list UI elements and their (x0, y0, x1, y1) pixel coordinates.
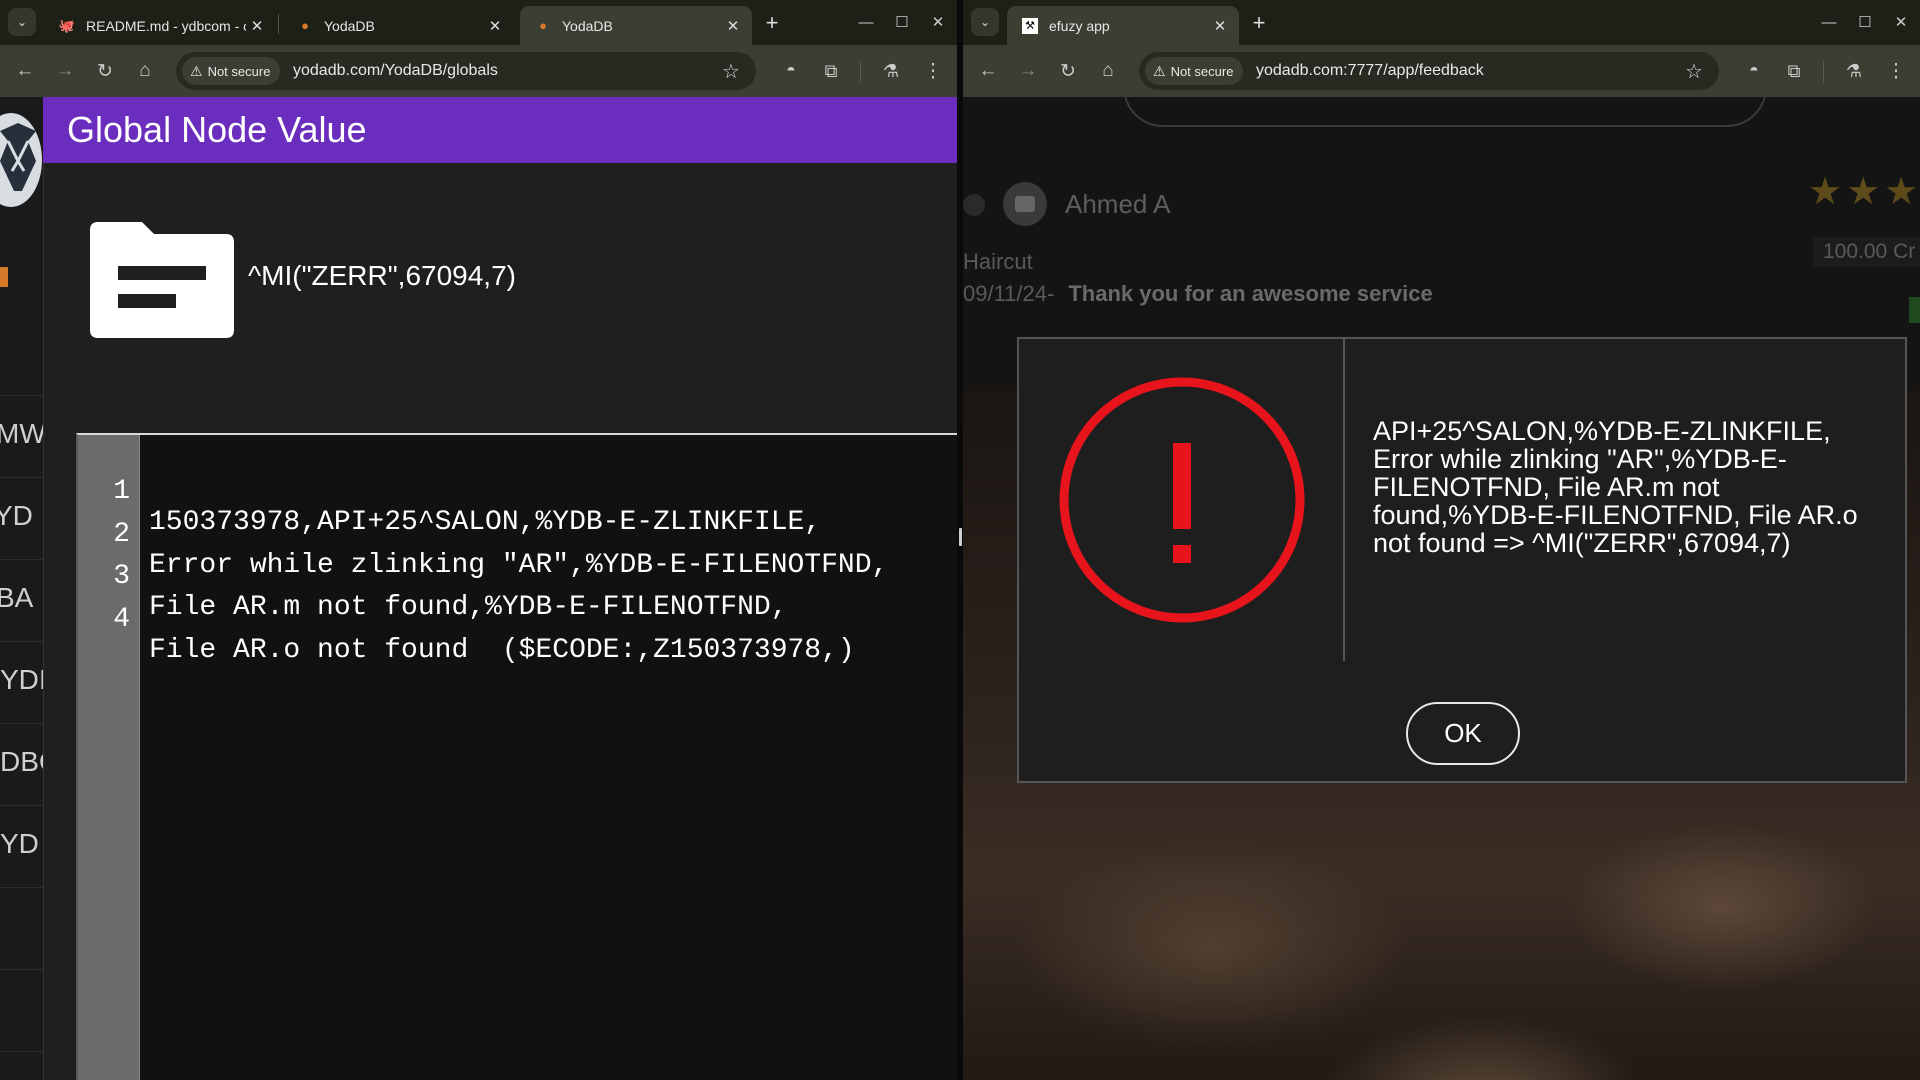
tab-yodadb-2[interactable]: ● YodaDB ✕ (520, 6, 752, 45)
efuzy-icon: ⚒ (1021, 17, 1039, 35)
address-bar[interactable]: ⚠ Not secure yodadb.com:7777/app/feedbac… (1139, 52, 1719, 90)
close-icon[interactable]: ✕ (1209, 17, 1231, 35)
back-button[interactable]: ← (973, 56, 1003, 86)
github-icon: 🐙 (58, 17, 76, 33)
node-key-text: ^MI("ZERR",67094,7) (248, 260, 516, 291)
review-line: 09/11/24- Thank you for an awesome servic… (963, 281, 1433, 307)
rail-item-empty (0, 887, 43, 969)
back-button[interactable]: ← (10, 56, 40, 86)
chat-avatar-icon (1003, 182, 1047, 226)
tab-yodadb-1[interactable]: ● YodaDB ✕ (282, 6, 514, 45)
site-info-chip[interactable]: ⚠ Not secure (1145, 57, 1244, 85)
incognito-icon[interactable]: ◓ (776, 56, 806, 86)
maximize-button[interactable]: ☐ (887, 8, 917, 36)
review-text: Thank you for an awesome service (1068, 281, 1433, 306)
toolbar: ← → ↻ ⌂ ⚠ Not secure yodadb.com/YodaDB/g… (0, 45, 957, 97)
code-line: 4 File AR.o not found ($ECODE:,Z15037397… (78, 573, 957, 666)
rail-item-6[interactable]: YD (0, 805, 43, 887)
bookmark-star-icon[interactable]: ☆ (1681, 58, 1707, 84)
split-drag-handle[interactable] (959, 528, 962, 546)
warning-icon: ⚠ (190, 62, 203, 79)
rail-item-5[interactable]: DBC (0, 723, 43, 805)
rail-item-empty (0, 1051, 43, 1080)
incognito-icon[interactable]: ◓ (1739, 56, 1769, 86)
forward-button[interactable]: → (50, 56, 80, 86)
service-name: Haircut (963, 249, 1033, 274)
indicator-dot (963, 194, 985, 216)
feedback-page: Ahmed A ★★★ Haircut 100.00 Cr 09/11/24- T… (963, 97, 1920, 1080)
tab-efuzy[interactable]: ⚒ efuzy app ✕ (1007, 6, 1239, 45)
extensions-icon[interactable]: ⧉ (1779, 56, 1809, 86)
home-button[interactable]: ⌂ (130, 56, 160, 86)
status-indicator (1909, 297, 1920, 323)
tab-readme[interactable]: 🐙 README.md - ydbcom - co ✕ (44, 6, 276, 45)
code-line: 2 Error while zlinking "AR",%YDB-E-FILEN… (78, 488, 957, 581)
yodadb-logo (0, 113, 42, 207)
extensions-icon[interactable]: ⧉ (816, 56, 846, 86)
menu-icon[interactable]: ⋮ (1881, 56, 1911, 86)
page-title: Global Node Value (43, 97, 957, 163)
yodadb-icon: ● (301, 18, 309, 33)
yodadb-icon: ● (539, 18, 547, 33)
toolbar-divider (1823, 61, 1824, 83)
url-text: yodadb.com:7777/app/feedback (1256, 62, 1484, 79)
minimize-button[interactable]: — (1814, 8, 1844, 36)
close-icon[interactable]: ✕ (246, 17, 268, 35)
rail-item-2[interactable]: YD (0, 477, 43, 559)
close-window-button[interactable]: ✕ (923, 8, 953, 36)
tab-strip: ⌄ ⚒ efuzy app ✕ + — ☐ ✕ (963, 0, 1920, 45)
menu-icon[interactable]: ⋮ (918, 56, 948, 86)
forward-button[interactable]: → (1013, 56, 1043, 86)
minimize-button[interactable]: — (851, 8, 881, 36)
line-number: 4 (113, 604, 130, 635)
warning-icon: ⚠ (1153, 62, 1166, 79)
home-button[interactable]: ⌂ (1093, 56, 1123, 86)
line-text: File AR.o not found ($ECODE:,Z150373978,… (149, 635, 855, 666)
maximize-button[interactable]: ☐ (1850, 8, 1880, 36)
address-bar[interactable]: ⚠ Not secure yodadb.com/YodaDB/globals ☆ (176, 52, 756, 90)
labs-flask-icon[interactable]: ⚗ (876, 56, 906, 86)
rating-stars-icon: ★★★ (1808, 171, 1920, 213)
code-editor[interactable]: 1 150373978,API+25^SALON,%YDB-E-ZLINKFIL… (76, 433, 957, 1080)
toolbar-divider (860, 61, 861, 83)
close-icon[interactable]: ✕ (484, 17, 506, 35)
bookmark-star-icon[interactable]: ☆ (718, 58, 744, 84)
error-dialog: API+25^SALON,%YDB-E-ZLINKFILE, Error whi… (1017, 337, 1907, 783)
rail-item-empty (0, 969, 43, 1051)
side-nav-rail: MW YD BA YDI DBC YD (0, 97, 44, 1080)
tab-search-button[interactable]: ⌄ (8, 8, 36, 36)
new-tab-button[interactable]: + (758, 9, 786, 37)
reload-button[interactable]: ↻ (90, 56, 120, 86)
logo-figure-icon (0, 123, 36, 191)
site-info-chip[interactable]: ⚠ Not secure (182, 57, 281, 85)
rail-item-1[interactable]: MW (0, 395, 43, 477)
rail-accent-mark (0, 267, 8, 287)
close-window-button[interactable]: ✕ (1886, 8, 1916, 36)
rail-item-4[interactable]: YDI (0, 641, 43, 723)
tab-strip: ⌄ 🐙 README.md - ydbcom - co ✕ ● YodaDB ✕… (0, 0, 957, 45)
rail-item-3[interactable]: BA (0, 559, 43, 641)
url-text: yodadb.com/YodaDB/globals (293, 62, 498, 79)
code-line: 3 File AR.m not found,%YDB-E-FILENOTFND, (78, 530, 957, 623)
new-tab-button[interactable]: + (1245, 9, 1273, 37)
review-date: 09/11/24- (963, 281, 1055, 306)
toolbar: ← → ↻ ⌂ ⚠ Not secure yodadb.com:7777/app… (963, 45, 1920, 97)
folder-icon (90, 222, 234, 338)
tab-separator (278, 14, 279, 34)
reload-button[interactable]: ↻ (1053, 56, 1083, 86)
ok-button[interactable]: OK (1406, 702, 1520, 765)
tab-search-button[interactable]: ⌄ (971, 8, 999, 36)
error-exclamation-icon (1059, 377, 1305, 623)
left-browser-window: ⌄ 🐙 README.md - ydbcom - co ✕ ● YodaDB ✕… (0, 0, 957, 1080)
price-badge: 100.00 Cr (1813, 237, 1920, 267)
media-player-outline (1123, 97, 1767, 127)
reviewer-name: Ahmed A (1065, 189, 1171, 219)
code-line: 1 150373978,API+25^SALON,%YDB-E-ZLINKFIL… (78, 445, 957, 538)
right-browser-window: ⌄ ⚒ efuzy app ✕ + — ☐ ✕ ← → ↻ ⌂ ⚠ Not se… (963, 0, 1920, 1080)
close-icon[interactable]: ✕ (722, 17, 744, 35)
error-message: API+25^SALON,%YDB-E-ZLINKFILE, Error whi… (1373, 416, 1858, 558)
labs-flask-icon[interactable]: ⚗ (1839, 56, 1869, 86)
dialog-divider (1343, 339, 1345, 661)
